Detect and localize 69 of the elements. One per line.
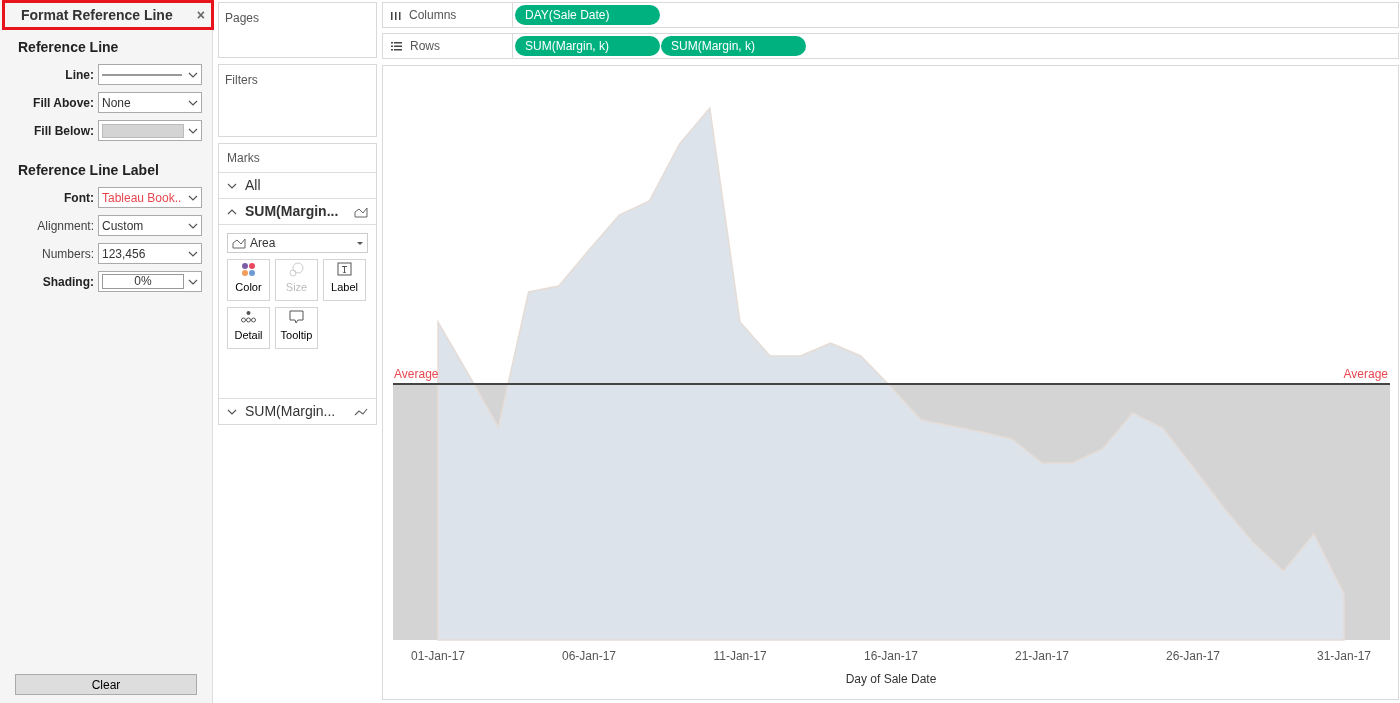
marks-layer-row[interactable]: SUM(Margin... — [219, 398, 376, 424]
field-label: Alignment: — [36, 217, 94, 235]
color-dropdown[interactable] — [98, 120, 202, 141]
shelf-title: Filters — [225, 73, 258, 87]
shelf-title: Pages — [225, 11, 260, 25]
line-style-dropdown[interactable] — [98, 64, 202, 85]
chevron-down-icon — [188, 222, 198, 229]
chevron-down-icon — [188, 71, 198, 78]
axis-tick-label: 16-Jan-17 — [864, 648, 918, 665]
shelf-label: Rows — [410, 38, 440, 55]
caret-icon — [357, 241, 363, 245]
dots-icon — [241, 262, 256, 277]
reference-label: Average — [1343, 366, 1388, 383]
axis-tick-label: 06-Jan-17 — [562, 648, 616, 665]
line-sample-icon — [102, 72, 182, 77]
dropdown-value: Tableau Book.. — [102, 189, 183, 207]
text-box-icon — [337, 262, 352, 277]
shading-dropdown[interactable]: 0% — [98, 271, 202, 292]
chevron-down-icon — [188, 250, 198, 257]
chevron-down-icon — [188, 127, 198, 134]
select-dropdown[interactable]: 123,456 — [98, 243, 202, 264]
section-heading: Reference Line — [17, 38, 120, 57]
select-dropdown[interactable]: Tableau Book.. — [98, 187, 202, 208]
circles-icon — [289, 262, 304, 277]
marks-button[interactable]: Tooltip — [275, 307, 318, 349]
axis-title: Day of Sale Date — [845, 671, 937, 688]
chevron-down-icon — [188, 99, 198, 106]
dots-icon — [241, 310, 256, 325]
columns-icon — [391, 10, 401, 20]
field-label: Fill Below: — [33, 122, 94, 140]
line-chart-icon — [354, 406, 368, 417]
clear-button[interactable]: Clear — [15, 674, 197, 695]
chevron-down-icon — [227, 408, 237, 415]
field-label: Shading: — [41, 273, 94, 291]
select-dropdown[interactable]: Custom — [98, 215, 202, 236]
chevron-down-icon — [188, 278, 198, 285]
dropdown-value: None — [102, 94, 132, 112]
field-label: Numbers: — [41, 245, 94, 263]
area-chart-icon — [232, 237, 246, 249]
panel-title: Format Reference Line — [21, 5, 173, 25]
dropdown-value: 123,456 — [102, 245, 147, 263]
marks-layer-row[interactable]: SUM(Margin... — [219, 199, 376, 225]
field-label: Font: — [63, 189, 94, 207]
field-label: Fill Above: — [32, 94, 94, 112]
rows-icon — [391, 41, 402, 51]
marks-button[interactable]: Detail — [227, 307, 270, 349]
shelf-label: Columns — [409, 7, 457, 24]
axis-tick-label: 21-Jan-17 — [1015, 648, 1069, 665]
chevron-up-icon — [227, 208, 237, 215]
close-button[interactable]: × — [196, 4, 205, 26]
chevron-down-icon — [188, 194, 198, 201]
marks-layer-row[interactable]: All — [219, 173, 376, 199]
axis-tick-label: 31-Jan-17 — [1317, 648, 1371, 665]
axis-tick-label: 11-Jan-17 — [713, 648, 767, 665]
select-dropdown[interactable]: None — [98, 92, 202, 113]
area-chart-icon — [354, 205, 368, 218]
dropdown-value: Custom — [102, 217, 145, 235]
section-heading: Reference Line Label — [17, 161, 160, 180]
card-title: Marks — [227, 150, 260, 167]
marks-button[interactable]: Label — [323, 259, 366, 301]
mark-type-dropdown[interactable]: Area — [227, 233, 368, 253]
axis-tick-label: 01-Jan-17 — [411, 648, 465, 665]
speech-bubble-icon — [289, 310, 304, 325]
shading-value: 0% — [102, 274, 184, 289]
chevron-down-icon — [227, 182, 237, 189]
reference-label: Average — [394, 366, 439, 383]
field-label: Line: — [64, 66, 94, 84]
axis-tick-label: 26-Jan-17 — [1166, 648, 1220, 665]
marks-button[interactable]: Color — [227, 259, 270, 301]
